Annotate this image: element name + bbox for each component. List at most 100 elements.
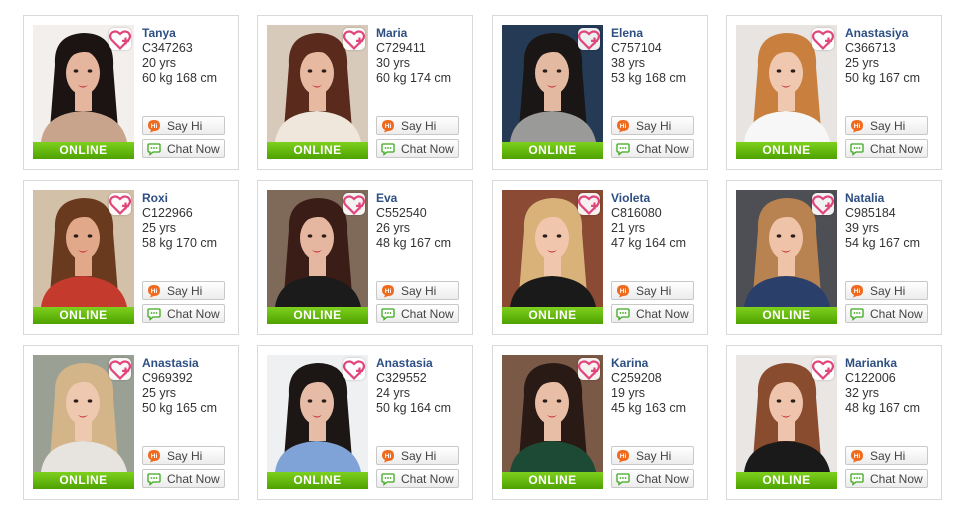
chat-now-button[interactable]: Chat Now (611, 139, 694, 158)
online-badge: ONLINE (502, 472, 603, 489)
say-hi-button[interactable]: Hi Say Hi (376, 116, 459, 135)
say-hi-button[interactable]: Hi Say Hi (142, 281, 225, 300)
heart-plus-icon (578, 29, 600, 50)
chat-now-button[interactable]: Chat Now (142, 469, 225, 488)
profile-stats: 50 kg 164 cm (376, 401, 452, 415)
say-hi-icon: Hi (148, 284, 160, 297)
profile-name[interactable]: Anastasiya (845, 26, 920, 41)
chat-now-button[interactable]: Chat Now (611, 469, 694, 488)
online-badge: ONLINE (33, 472, 134, 489)
chat-now-button[interactable]: Chat Now (376, 139, 459, 158)
online-badge: ONLINE (502, 142, 603, 159)
profile-photo[interactable] (33, 355, 134, 472)
profile-photo[interactable] (267, 355, 368, 472)
profile-id: C816080 (611, 206, 662, 220)
profile-name[interactable]: Karina (611, 356, 686, 371)
say-hi-button[interactable]: Hi Say Hi (376, 281, 459, 300)
heart-plus-icon (109, 194, 131, 215)
profile-name[interactable]: Roxi (142, 191, 217, 206)
profile-info: Tanya C347263 20 yrs 60 kg 168 cm (142, 26, 217, 86)
profile-age: 21 yrs (611, 221, 646, 235)
say-hi-icon: Hi (617, 284, 629, 297)
chat-bubble-icon (850, 142, 864, 156)
chat-bubble-icon (616, 307, 630, 321)
profile-age: 32 yrs (845, 386, 880, 400)
chat-now-button[interactable]: Chat Now (845, 139, 928, 158)
profile-name[interactable]: Anastasia (142, 356, 217, 371)
profile-name[interactable]: Elena (611, 26, 686, 41)
say-hi-button[interactable]: Hi Say Hi (611, 116, 694, 135)
add-favorite-button[interactable] (109, 28, 131, 50)
profile-name[interactable]: Violeta (611, 191, 686, 206)
chat-bubble-icon (616, 472, 630, 486)
chat-now-button[interactable]: Chat Now (376, 469, 459, 488)
say-hi-icon: Hi (617, 449, 629, 462)
profile-photo[interactable] (33, 190, 134, 307)
say-hi-button[interactable]: Hi Say Hi (611, 281, 694, 300)
profile-stats: 48 kg 167 cm (376, 236, 452, 250)
add-favorite-button[interactable] (812, 358, 834, 380)
online-badge: ONLINE (502, 307, 603, 324)
add-favorite-button[interactable] (812, 28, 834, 50)
profile-stats: 47 kg 164 cm (611, 236, 687, 250)
profile-age: 24 yrs (376, 386, 411, 400)
profile-age: 20 yrs (142, 56, 177, 70)
profile-info: Maria C729411 30 yrs 60 kg 174 cm (376, 26, 451, 86)
profile-id: C259208 (611, 371, 662, 385)
profile-card: ONLINE Violeta C816080 21 yrs 47 kg 164 … (492, 180, 708, 335)
say-hi-button[interactable]: Hi Say Hi (845, 446, 928, 465)
profile-photo[interactable] (736, 25, 837, 142)
profile-card: ONLINE Anastasia C969392 25 yrs 50 kg 16… (23, 345, 239, 500)
add-favorite-button[interactable] (578, 358, 600, 380)
profile-photo[interactable] (267, 190, 368, 307)
add-favorite-button[interactable] (343, 193, 365, 215)
say-hi-label: Say Hi (167, 118, 203, 133)
profile-name[interactable]: Marianka (845, 356, 920, 371)
svg-text:Hi: Hi (151, 123, 158, 130)
profile-stats: 60 kg 168 cm (142, 71, 218, 85)
profile-photo[interactable] (267, 25, 368, 142)
profile-photo[interactable] (736, 355, 837, 472)
heart-plus-icon (109, 29, 131, 50)
say-hi-button[interactable]: Hi Say Hi (142, 116, 225, 135)
add-favorite-button[interactable] (343, 28, 365, 50)
add-favorite-button[interactable] (578, 193, 600, 215)
profile-name[interactable]: Eva (376, 191, 451, 206)
add-favorite-button[interactable] (109, 193, 131, 215)
chat-now-button[interactable]: Chat Now (845, 469, 928, 488)
profile-photo[interactable] (736, 190, 837, 307)
profile-id: C122006 (845, 371, 896, 385)
online-badge: ONLINE (267, 142, 368, 159)
profile-id: C985184 (845, 206, 896, 220)
profile-card: ONLINE Tanya C347263 20 yrs 60 kg 168 cm… (23, 15, 239, 170)
add-favorite-button[interactable] (343, 358, 365, 380)
chat-now-button[interactable]: Chat Now (142, 139, 225, 158)
add-favorite-button[interactable] (109, 358, 131, 380)
say-hi-button[interactable]: Hi Say Hi (611, 446, 694, 465)
profile-age: 25 yrs (845, 56, 880, 70)
chat-now-button[interactable]: Chat Now (376, 304, 459, 323)
say-hi-button[interactable]: Hi Say Hi (845, 281, 928, 300)
profile-name[interactable]: Anastasia (376, 356, 451, 371)
chat-bubble-icon (147, 472, 161, 486)
say-hi-button[interactable]: Hi Say Hi (142, 446, 225, 465)
add-favorite-button[interactable] (578, 28, 600, 50)
profile-photo[interactable] (502, 355, 603, 472)
profile-stats: 54 kg 167 cm (845, 236, 921, 250)
chat-now-button[interactable]: Chat Now (611, 304, 694, 323)
chat-bubble-icon (616, 142, 630, 156)
add-favorite-button[interactable] (812, 193, 834, 215)
say-hi-button[interactable]: Hi Say Hi (376, 446, 459, 465)
chat-now-button[interactable]: Chat Now (142, 304, 225, 323)
say-hi-button[interactable]: Hi Say Hi (845, 116, 928, 135)
profile-name[interactable]: Natalia (845, 191, 920, 206)
profile-age: 25 yrs (142, 221, 177, 235)
profile-name[interactable]: Maria (376, 26, 451, 41)
chat-now-button[interactable]: Chat Now (845, 304, 928, 323)
profile-photo[interactable] (502, 190, 603, 307)
profile-info: Natalia C985184 39 yrs 54 kg 167 cm (845, 191, 920, 251)
profile-info: Violeta C816080 21 yrs 47 kg 164 cm (611, 191, 686, 251)
profile-photo[interactable] (33, 25, 134, 142)
profile-photo[interactable] (502, 25, 603, 142)
profile-name[interactable]: Tanya (142, 26, 217, 41)
